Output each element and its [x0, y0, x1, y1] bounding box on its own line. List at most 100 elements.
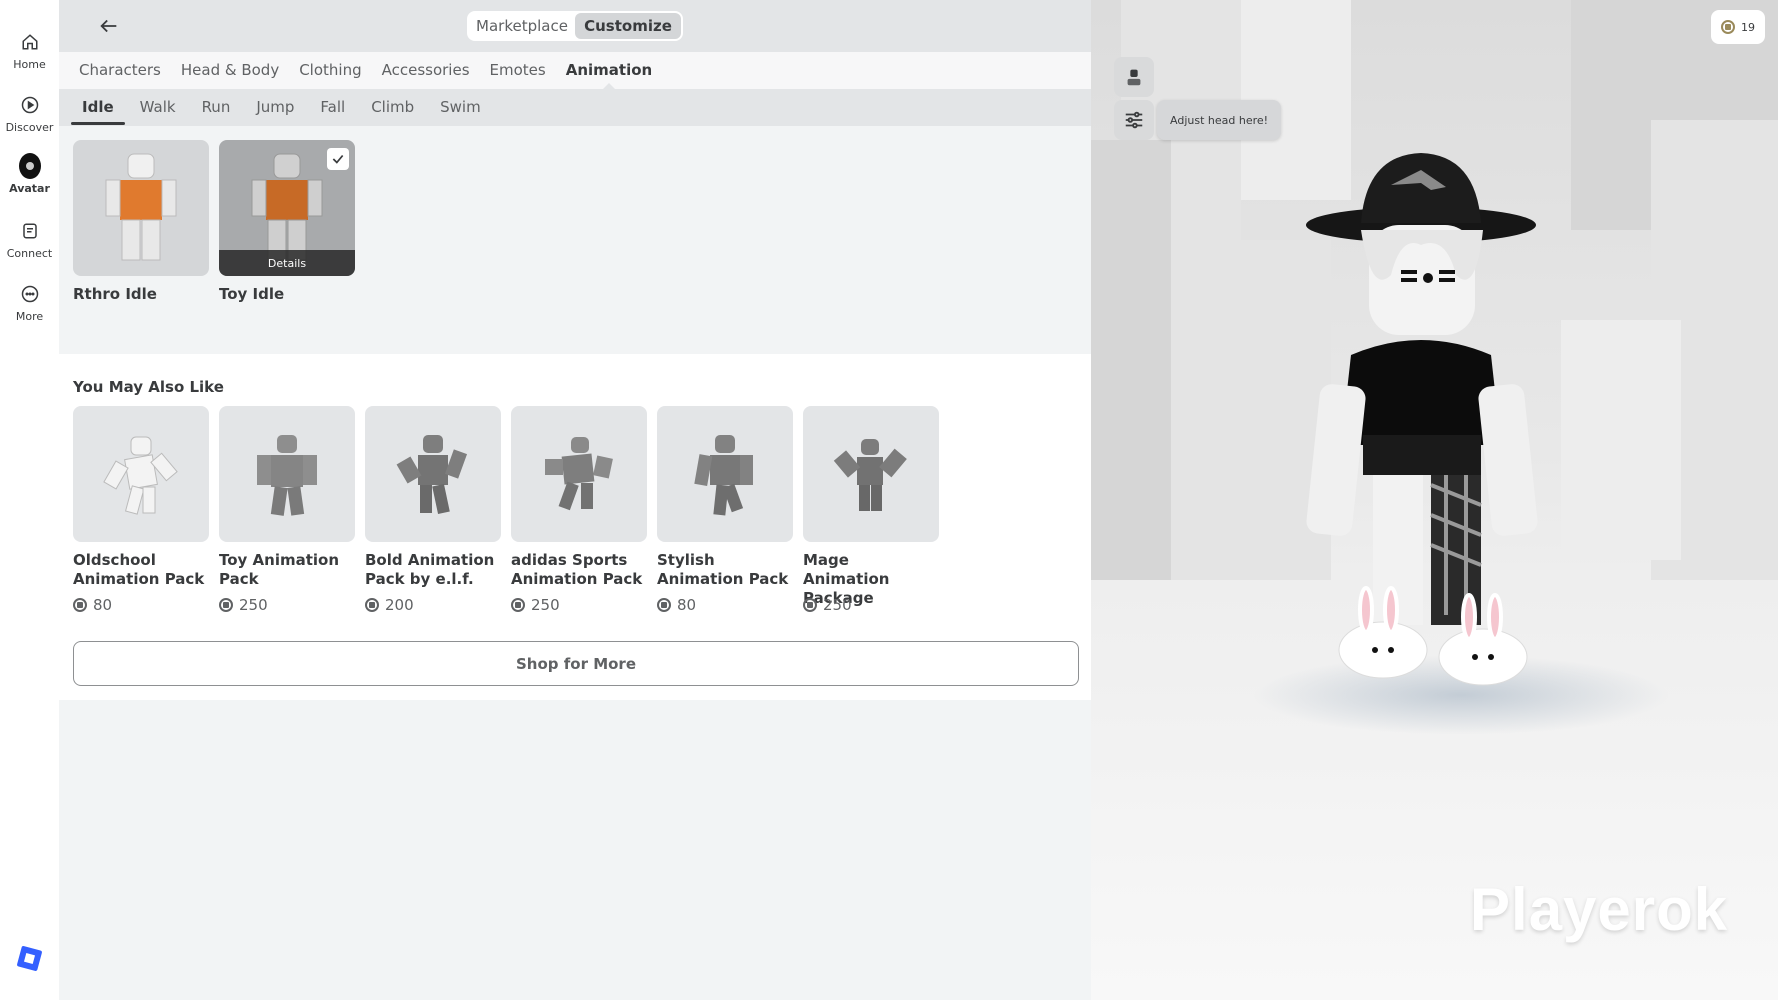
animation-figure-icon	[103, 436, 178, 515]
robux-icon	[803, 598, 817, 612]
scenery-block	[1561, 320, 1681, 560]
marketplace-tab[interactable]: Marketplace	[469, 13, 575, 39]
rec-thumbnail	[365, 406, 501, 542]
rec-card[interactable]: Mage Animation Package 250	[803, 406, 939, 614]
tab-accessories[interactable]: Accessories	[372, 52, 480, 89]
rec-name: Stylish Animation Pack	[657, 551, 789, 588]
price-value: 250	[531, 596, 560, 614]
chat-icon	[19, 220, 41, 242]
subtab-idle[interactable]: Idle	[69, 89, 127, 126]
recommendations-section: You May Also Like Oldschool Animation Pa…	[59, 354, 1091, 700]
animation-figure-icon	[694, 435, 753, 516]
left-nav: Home Discover Avatar Connect More	[0, 0, 59, 1000]
nav-discover[interactable]: Discover	[0, 94, 59, 134]
ellipsis-circle-icon	[19, 283, 41, 305]
item-name: Toy Idle	[219, 285, 285, 303]
robux-balance-value: 19	[1741, 20, 1755, 34]
tab-animation[interactable]: Animation	[556, 52, 662, 90]
category-tabs: Characters Head & Body Clothing Accessor…	[59, 52, 1091, 90]
price-value: 200	[385, 596, 414, 614]
head-view-button[interactable]	[1114, 57, 1154, 97]
rec-card[interactable]: Toy Animation Pack 250	[219, 406, 355, 614]
arrow-left-icon	[100, 19, 117, 33]
details-button[interactable]: Details	[219, 250, 355, 276]
nav-connect-label: Connect	[6, 247, 53, 260]
checkbox-checked-icon[interactable]	[327, 148, 349, 170]
tab-emotes[interactable]: Emotes	[480, 52, 556, 89]
tab-head-body[interactable]: Head & Body	[171, 52, 289, 89]
shop-for-more-button[interactable]: Shop for More	[73, 641, 1079, 686]
item-card-selected[interactable]: Details Toy Idle	[219, 140, 355, 304]
rec-card[interactable]: Oldschool Animation Pack 80	[73, 406, 209, 614]
robux-icon	[73, 598, 87, 612]
robux-icon	[365, 598, 379, 612]
rec-price: 250	[219, 596, 355, 614]
rec-thumbnail	[511, 406, 647, 542]
subtab-climb[interactable]: Climb	[358, 89, 427, 126]
rec-price: 200	[365, 596, 501, 614]
subtab-run[interactable]: Run	[189, 89, 244, 126]
rec-thumbnail	[657, 406, 793, 542]
robux-icon	[219, 598, 233, 612]
rec-name: Oldschool Animation Pack	[73, 551, 205, 588]
rec-name: Toy Animation Pack	[219, 551, 340, 588]
nav-more[interactable]: More	[0, 283, 59, 323]
roblox-logo-icon[interactable]	[16, 945, 43, 972]
subtab-swim[interactable]: Swim	[427, 89, 494, 126]
rec-name: Mage Animation Package	[803, 551, 890, 607]
nav-home[interactable]: Home	[0, 31, 59, 71]
home-icon	[19, 31, 41, 53]
item-thumbnail: Details	[219, 140, 355, 276]
animation-figure-icon	[545, 437, 613, 511]
animation-figure-icon	[833, 439, 907, 511]
adjust-head-tooltip: Adjust head here!	[1157, 100, 1282, 140]
scenery-block	[1091, 140, 1171, 600]
nav-more-label: More	[15, 310, 44, 323]
top-bar: Marketplace Customize	[59, 0, 1091, 52]
nav-avatar-label: Avatar	[9, 182, 50, 195]
robux-icon	[1721, 20, 1735, 34]
avatar-figure-icon	[105, 153, 177, 261]
rec-thumbnail	[219, 406, 355, 542]
animation-figure-icon	[396, 435, 468, 514]
avatar-icon	[18, 153, 41, 179]
recommendations-title: You May Also Like	[73, 378, 224, 396]
robux-balance[interactable]: 19	[1711, 10, 1765, 44]
mode-switch: Marketplace Customize	[467, 11, 683, 41]
avatar-preview[interactable]	[1091, 0, 1778, 1000]
subtab-walk[interactable]: Walk	[127, 89, 189, 126]
rec-price: 80	[657, 596, 793, 614]
robux-icon	[657, 598, 671, 612]
rec-thumbnail	[803, 406, 939, 542]
head-figure-icon	[1127, 69, 1141, 86]
customize-tab[interactable]: Customize	[575, 13, 681, 39]
play-circle-icon	[19, 94, 41, 116]
back-button[interactable]	[95, 12, 123, 40]
item-name: Rthro Idle	[73, 285, 157, 303]
rec-thumbnail	[73, 406, 209, 542]
rec-card[interactable]: Bold Animation Pack by e.l.f. 200	[365, 406, 501, 614]
nav-avatar[interactable]: Avatar	[0, 153, 59, 195]
item-thumbnail	[73, 140, 209, 276]
tab-animation-label: Animation	[565, 61, 653, 79]
item-card[interactable]: Rthro Idle	[73, 140, 209, 304]
subtab-jump[interactable]: Jump	[243, 89, 307, 126]
nav-connect[interactable]: Connect	[0, 220, 59, 260]
adjust-button[interactable]	[1114, 100, 1154, 140]
nav-home-label: Home	[13, 58, 46, 71]
price-value: 250	[239, 596, 268, 614]
subtab-fall[interactable]: Fall	[307, 89, 358, 126]
owned-items-grid: Rthro Idle Details Toy Idle	[59, 126, 1091, 354]
robux-icon	[511, 598, 525, 612]
tab-clothing[interactable]: Clothing	[289, 52, 371, 89]
rec-name: adidas Sports Animation Pack	[511, 551, 643, 588]
rec-card[interactable]: adidas Sports Animation Pack 250	[511, 406, 647, 614]
rec-card[interactable]: Stylish Animation Pack 80	[657, 406, 793, 614]
rec-price: 80	[73, 596, 209, 614]
avatar-model	[1306, 153, 1538, 686]
animation-figure-icon	[257, 435, 317, 516]
nav-discover-label: Discover	[5, 121, 54, 134]
subcategory-tabs: Idle Walk Run Jump Fall Climb Swim	[59, 89, 1091, 126]
tab-characters[interactable]: Characters	[69, 52, 171, 89]
watermark-text: Playerok	[1470, 876, 1729, 943]
